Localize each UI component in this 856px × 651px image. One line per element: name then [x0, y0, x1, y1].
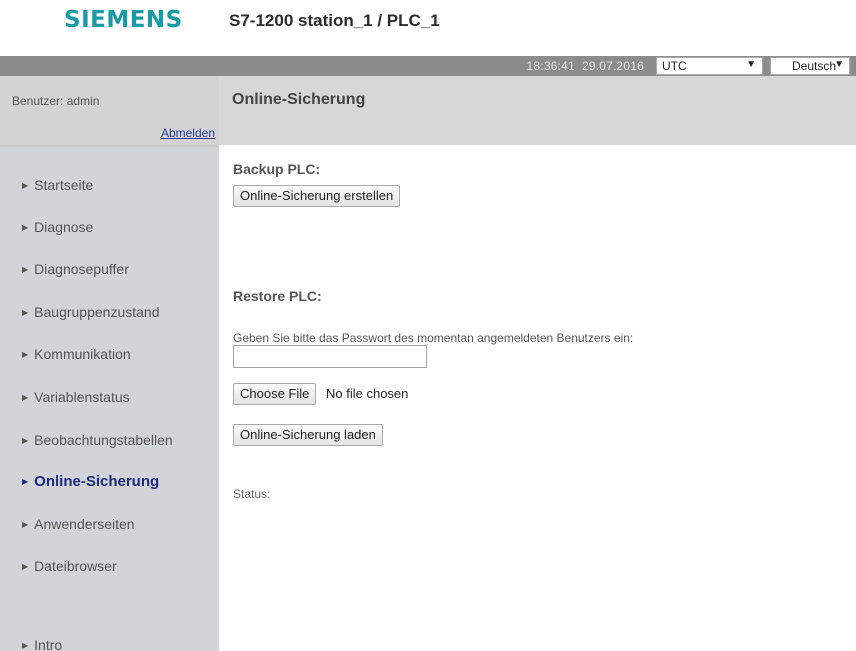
sidebar-item-intro[interactable]: ▶ Intro [22, 637, 62, 651]
triangle-right-icon: ▶ [22, 308, 29, 317]
sidebar-item-label: Dateibrowser [34, 558, 117, 574]
logout-link[interactable]: Abmelden [161, 126, 215, 140]
sidebar-item-label: Startseite [34, 177, 94, 193]
triangle-right-icon: ▶ [22, 223, 29, 232]
sidebar-item-label: Diagnose [34, 219, 94, 235]
sidebar-item-label: Anwenderseiten [34, 516, 135, 532]
siemens-logo: SIEMENS [64, 7, 183, 33]
sidebar-item-kommunikation[interactable]: ▶ Kommunikation [22, 346, 131, 362]
datetime-display: 18:36:41 29.07.2016 [527, 59, 644, 73]
restore-section-title: Restore PLC: [233, 288, 322, 304]
time-value: 18:36:41 [526, 59, 575, 73]
sidebar-item-label: Online-Sicherung [34, 473, 160, 490]
language-value: Deutsch [792, 59, 837, 73]
top-bar: 18:36:41 29.07.2016 UTC ▼ Deutsch ▼ [0, 56, 856, 76]
triangle-right-icon: ▶ [22, 436, 29, 445]
language-select[interactable]: Deutsch ▼ [770, 57, 850, 75]
triangle-right-icon: ▶ [22, 265, 29, 274]
sidebar-item-dateibrowser[interactable]: ▶ Dateibrowser [22, 558, 117, 574]
user-label: Benutzer: admin [12, 94, 100, 108]
station-title: S7-1200 station_1 / PLC_1 [229, 11, 440, 30]
date-value: 29.07.2016 [581, 59, 644, 73]
chevron-down-icon: ▼ [746, 59, 756, 70]
sidebar-item-label: Kommunikation [34, 346, 131, 362]
timezone-select[interactable]: UTC ▼ [656, 57, 763, 75]
triangle-right-icon: ▶ [22, 350, 29, 359]
timezone-value: UTC [662, 59, 687, 73]
user-panel: Benutzer: admin Abmelden [0, 76, 219, 145]
sidebar-nav: ▶ Startseite ▶ Diagnose ▶ Diagnosepuffer ▶ B… [0, 145, 219, 651]
sidebar-item-label: Beobachtungstabellen [34, 432, 173, 448]
choose-file-button[interactable]: Choose File [233, 383, 317, 405]
sidebar-item-baugruppenzustand[interactable]: ▶ Baugruppenzustand [22, 304, 159, 320]
triangle-right-icon: ▶ [22, 477, 29, 486]
sidebar-item-startseite[interactable]: ▶ Startseite [22, 177, 93, 193]
sidebar-item-beobachtungstabellen[interactable]: ▶ Beobachtungstabellen [22, 432, 173, 448]
backup-section-title: Backup PLC: [233, 161, 321, 177]
sidebar-item-diagnosepuffer[interactable]: ▶ Diagnosepuffer [22, 261, 129, 277]
create-backup-button[interactable]: Online-Sicherung erstellen [233, 185, 401, 207]
triangle-right-icon: ▶ [22, 562, 29, 571]
load-backup-button[interactable]: Online-Sicherung laden [233, 424, 383, 446]
file-status: No file chosen [326, 386, 409, 401]
triangle-right-icon: ▶ [22, 181, 29, 190]
sidebar-item-variablenstatus[interactable]: ▶ Variablenstatus [22, 389, 130, 405]
sidebar-item-anwenderseiten[interactable]: ▶ Anwenderseiten [22, 516, 135, 532]
password-prompt: Geben Sie bitte das Passwort des momenta… [233, 331, 634, 345]
header: SIEMENS S7-1200 station_1 / PLC_1 [0, 0, 856, 56]
triangle-right-icon: ▶ [22, 393, 29, 402]
triangle-right-icon: ▶ [22, 520, 29, 529]
sidebar-item-label: Intro [34, 637, 63, 651]
chevron-down-icon: ▼ [834, 59, 844, 70]
sidebar-item-label: Baugruppenzustand [34, 304, 160, 320]
sidebar-item-label: Diagnosepuffer [34, 261, 129, 277]
triangle-right-icon: ▶ [22, 641, 29, 650]
sidebar-item-diagnose[interactable]: ▶ Diagnose [22, 219, 93, 235]
main-content: Backup PLC: Online-Sicherung erstellen R… [219, 145, 856, 651]
page-title: Online-Sicherung [232, 91, 366, 108]
sidebar-item-online-sicherung[interactable]: ▶ Online-Sicherung [22, 473, 159, 490]
status-label: Status: [233, 487, 271, 501]
title-bar: Online-Sicherung [219, 76, 856, 145]
sidebar-item-label: Variablenstatus [34, 389, 130, 405]
password-input[interactable] [233, 345, 427, 368]
